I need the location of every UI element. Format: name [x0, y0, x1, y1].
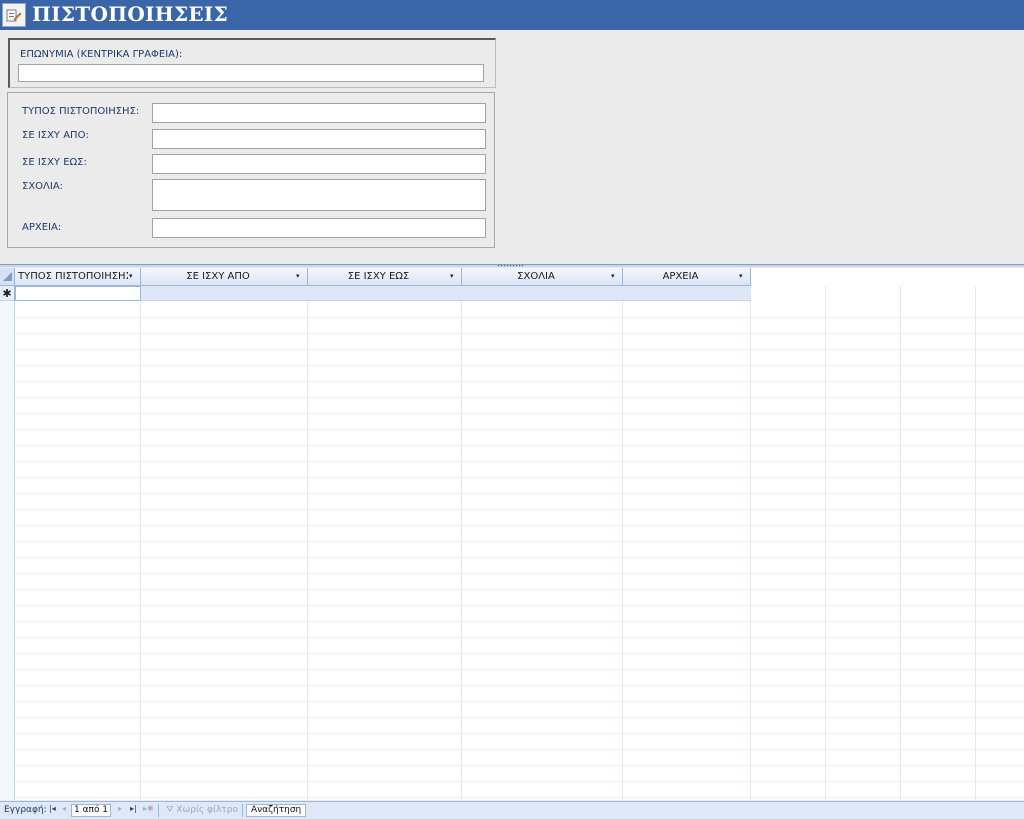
grid-line	[750, 286, 751, 800]
type-field[interactable]	[152, 103, 486, 123]
first-record-icon[interactable]: |◂	[49, 804, 56, 813]
grid-line	[15, 557, 1024, 558]
grid-line	[15, 685, 1024, 686]
certification-details-section: ΤΥΠΟΣ ΠΙΣΤΟΠΟΙΗΣΗΣ: ΣΕ ΙΣΧΥ ΑΠΟ: ΣΕ ΙΣΧΥ…	[7, 92, 495, 248]
chevron-down-icon[interactable]: ▾	[296, 268, 304, 285]
grid-line	[15, 717, 1024, 718]
grid-line	[15, 797, 1024, 798]
new-record-icon[interactable]: ▸✱	[143, 804, 154, 813]
grid-line	[15, 621, 1024, 622]
select-all-button[interactable]	[0, 268, 15, 286]
grid-line	[15, 589, 1024, 590]
previous-record-icon[interactable]: ◂	[62, 804, 66, 813]
grid-line	[15, 365, 1024, 366]
next-record-icon[interactable]: ▸	[118, 804, 122, 813]
last-record-icon[interactable]: ▸|	[130, 804, 137, 813]
column-header-label: ΤΥΠΟΣ ΠΙΣΤΟΠΟΙΗΣΗΣ	[18, 271, 128, 282]
record-position-input[interactable]: 1 από 1	[71, 804, 111, 817]
grid-line	[15, 749, 1024, 750]
grid-line	[900, 286, 901, 800]
grid-line	[15, 653, 1024, 654]
chevron-down-icon[interactable]: ▾	[450, 268, 458, 285]
files-label: ΑΡΧΕΙΑ:	[22, 222, 62, 233]
column-header-label: ΣΧΟΛΙΑ	[517, 271, 555, 282]
divider	[242, 804, 243, 817]
grid-line	[15, 445, 1024, 446]
grid-line	[15, 397, 1024, 398]
grid-line	[15, 541, 1024, 542]
grid-line	[461, 286, 462, 800]
grid-line	[15, 781, 1024, 782]
grid-line	[15, 605, 1024, 606]
company-label: ΕΠΩΝΥΜΙΑ (ΚΕΝΤΡΙΚΑ ΓΡΑΦΕΙΑ):	[20, 49, 183, 60]
column-header-valid-from[interactable]: ΣΕ ΙΣΧΥ ΑΠΟ ▾	[141, 268, 308, 286]
record-navigation-bar: Εγγραφή: |◂ ◂ 1 από 1 ▸ ▸| ▸✱ ⛛ Χωρίς φί…	[0, 801, 1024, 819]
column-header-type[interactable]: ΤΥΠΟΣ ΠΙΣΤΟΠΟΙΗΣΗΣ ▾	[15, 268, 141, 286]
comments-field[interactable]	[152, 179, 486, 211]
grid-line	[15, 509, 1024, 510]
comments-label: ΣΧΟΛΙΑ:	[22, 181, 64, 192]
column-header-label: ΣΕ ΙΣΧΥ ΕΩΣ	[347, 271, 410, 282]
column-header-comments[interactable]: ΣΧΟΛΙΑ ▾	[462, 268, 623, 286]
grid-line	[15, 765, 1024, 766]
search-input[interactable]: Αναζήτηση	[246, 804, 306, 817]
new-record-selector[interactable]: ✱	[0, 286, 15, 301]
grid-line	[825, 286, 826, 800]
grid-line	[15, 413, 1024, 414]
divider	[158, 804, 159, 817]
grid-line	[15, 381, 1024, 382]
column-header-valid-to[interactable]: ΣΕ ΙΣΧΥ ΕΩΣ ▾	[308, 268, 462, 286]
grid-line	[15, 669, 1024, 670]
filter-status[interactable]: ⛛ Χωρίς φίλτρο	[166, 805, 238, 815]
valid-to-field[interactable]	[152, 154, 486, 174]
grid-line	[15, 461, 1024, 462]
form-edit-icon[interactable]	[2, 3, 26, 27]
grid-line	[15, 525, 1024, 526]
grid-line	[15, 333, 1024, 334]
grid-line	[307, 286, 308, 800]
form-header: ΠΙΣΤΟΠΟΙΗΣΕΙΣ	[0, 0, 1024, 30]
grid-line	[622, 286, 623, 800]
column-header-label: ΣΕ ΙΣΧΥ ΑΠΟ	[186, 271, 250, 282]
chevron-down-icon[interactable]: ▾	[739, 268, 747, 285]
column-header-label: ΑΡΧΕΙΑ	[662, 271, 699, 282]
grid-line	[15, 317, 1024, 318]
filter-icon: ⛛	[166, 805, 177, 815]
grid-line	[15, 701, 1024, 702]
chevron-down-icon[interactable]: ▾	[611, 268, 619, 285]
grid-line	[15, 733, 1024, 734]
grid-line	[15, 349, 1024, 350]
company-section: ΕΠΩΝΥΜΙΑ (ΚΕΝΤΡΙΚΑ ΓΡΑΦΕΙΑ):	[8, 38, 496, 88]
files-field[interactable]	[152, 218, 486, 238]
page-title: ΠΙΣΤΟΠΟΙΗΣΕΙΣ	[32, 2, 229, 26]
chevron-down-icon[interactable]: ▾	[129, 268, 137, 285]
valid-to-label: ΣΕ ΙΣΧΥ ΕΩΣ:	[22, 157, 87, 168]
record-label: Εγγραφή:	[4, 805, 47, 815]
grid-line	[15, 477, 1024, 478]
grid-line	[15, 493, 1024, 494]
column-header-files[interactable]: ΑΡΧΕΙΑ ▾	[623, 268, 751, 286]
filter-label: Χωρίς φίλτρο	[176, 805, 238, 815]
grid-line	[15, 429, 1024, 430]
record-selector-column	[0, 301, 15, 800]
grid-line	[15, 637, 1024, 638]
datasheet: ΤΥΠΟΣ ΠΙΣΤΟΠΟΙΗΣΗΣ ▾ ΣΕ ΙΣΧΥ ΑΠΟ ▾ ΣΕ ΙΣ…	[0, 268, 1024, 800]
valid-from-field[interactable]	[152, 129, 486, 149]
new-record-type-cell[interactable]	[15, 286, 141, 301]
grid-line	[140, 286, 141, 800]
type-label: ΤΥΠΟΣ ΠΙΣΤΟΠΟΙΗΣΗΣ:	[22, 106, 140, 117]
company-field[interactable]	[18, 64, 484, 82]
grid-line	[15, 573, 1024, 574]
valid-from-label: ΣΕ ΙΣΧΥ ΑΠΟ:	[22, 130, 89, 141]
grid-line	[975, 286, 976, 800]
